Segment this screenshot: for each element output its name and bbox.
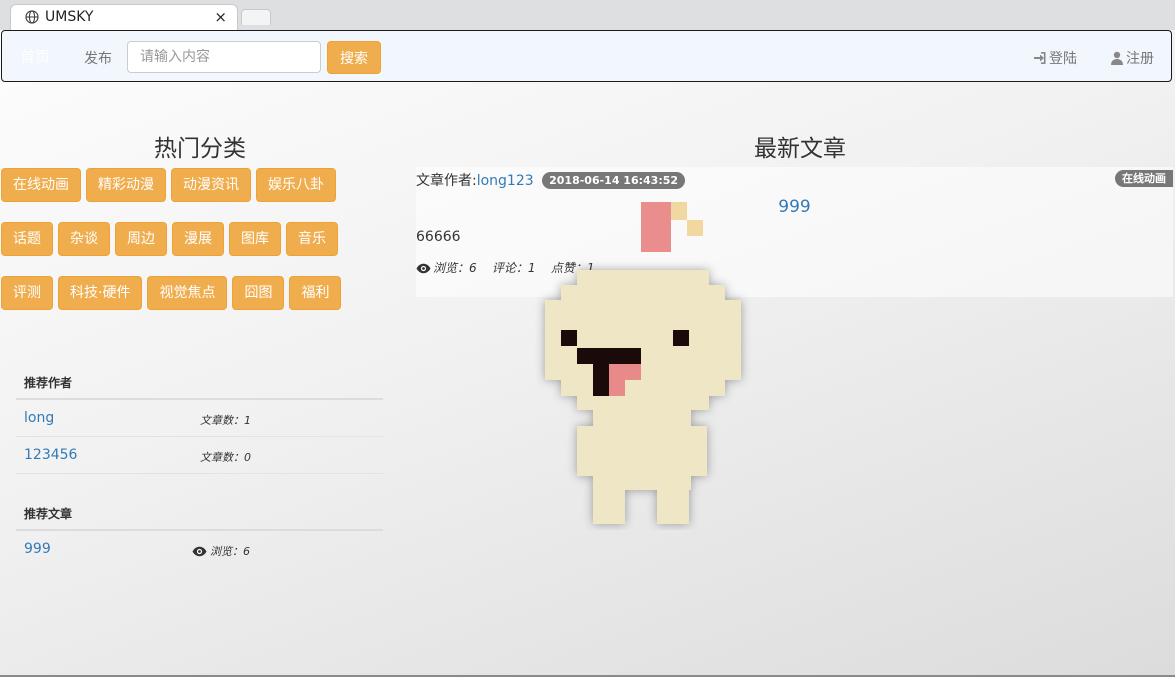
register-label: 注册 — [1126, 51, 1154, 67]
category-button[interactable]: 音乐 — [286, 222, 338, 256]
author-article-count: 文章数：1 — [200, 414, 251, 427]
browser-tab[interactable]: UMSKY × — [10, 4, 238, 31]
recommended-article-link[interactable]: 999 — [24, 541, 51, 557]
search-button[interactable]: 搜索 — [327, 41, 381, 74]
category-badge[interactable]: 在线动画 — [1115, 170, 1173, 187]
author-article-count: 文章数：0 — [200, 451, 251, 464]
category-button[interactable]: 评测 — [1, 276, 53, 310]
category-list: 在线动画 精彩动漫 动漫资讯 娱乐八卦 话题 杂谈 周边 漫展 图库 音乐 评测… — [1, 168, 381, 330]
register-link[interactable]: 注册 — [1110, 48, 1154, 68]
category-row: 在线动画 精彩动漫 动漫资讯 娱乐八卦 — [1, 168, 381, 202]
author-link[interactable]: long — [24, 410, 54, 426]
table-row: long 文章数：1 — [16, 400, 383, 437]
author-label: 文章作者: — [416, 173, 477, 189]
category-button[interactable]: 话题 — [1, 222, 53, 256]
category-row: 话题 杂谈 周边 漫展 图库 音乐 — [1, 222, 381, 256]
recommended-articles-table: 推荐文章 999 浏览：6 — [16, 499, 383, 567]
category-button[interactable]: 福利 — [289, 276, 342, 310]
new-tab-button[interactable] — [241, 9, 271, 25]
recommended-articles-title: 推荐文章 — [16, 499, 383, 531]
category-button[interactable]: 漫展 — [172, 222, 224, 256]
category-button[interactable]: 图库 — [229, 222, 281, 256]
recommended-authors-table: 推荐作者 long 文章数：1 123456 文章数：0 — [16, 368, 383, 474]
tab-title: UMSKY — [45, 9, 94, 25]
article-summary: 66666 — [416, 229, 461, 245]
close-icon[interactable]: × — [214, 8, 227, 26]
table-row: 123456 文章数：0 — [16, 437, 383, 474]
login-label: 登陆 — [1049, 51, 1077, 67]
date-badge: 2018-06-14 16:43:52 — [542, 172, 686, 189]
latest-articles-title: 最新文章 — [754, 136, 846, 162]
article-author: 文章作者:long123 2018-06-14 16:43:52 — [416, 170, 686, 190]
category-button[interactable]: 视觉焦点 — [147, 276, 228, 310]
views-text: 浏览：6 — [210, 545, 250, 558]
page-viewport: 首页 发布 搜索 登陆 注册 热门分类 在线动画 精彩动漫 动漫资讯 娱乐八卦 … — [0, 30, 1175, 675]
search-input[interactable] — [127, 41, 321, 73]
nav-home-link[interactable]: 首页 — [20, 46, 50, 67]
article-views: 浏览：6 — [433, 261, 477, 275]
category-button[interactable]: 动漫资讯 — [171, 168, 251, 202]
recommended-authors-title: 推荐作者 — [16, 368, 383, 400]
category-button[interactable]: 科技·硬件 — [58, 276, 143, 310]
login-link[interactable]: 登陆 — [1033, 48, 1077, 68]
article-author-link[interactable]: long123 — [477, 173, 534, 189]
table-row: 999 浏览：6 — [16, 531, 383, 567]
navbar: 首页 发布 搜索 登陆 注册 — [1, 30, 1172, 82]
category-button[interactable]: 在线动画 — [1, 168, 81, 202]
author-link[interactable]: 123456 — [24, 447, 77, 463]
globe-icon — [25, 10, 39, 24]
category-button[interactable]: 囧图 — [232, 276, 285, 310]
eye-icon — [192, 546, 207, 557]
category-button[interactable]: 精彩动漫 — [86, 168, 166, 202]
hot-categories-title: 热门分类 — [154, 136, 246, 162]
browser-tabstrip: UMSKY × — [0, 0, 1175, 31]
recommended-article-views: 浏览：6 — [192, 543, 250, 559]
login-icon — [1034, 52, 1046, 64]
category-button[interactable]: 杂谈 — [58, 222, 110, 256]
nav-publish-link[interactable]: 发布 — [84, 48, 112, 68]
eye-icon — [416, 263, 431, 274]
pixel-mascot-image — [545, 202, 741, 524]
category-row: 评测 科技·硬件 视觉焦点 囧图 福利 — [1, 276, 381, 310]
user-icon — [1111, 51, 1123, 65]
category-button[interactable]: 娱乐八卦 — [256, 168, 336, 202]
category-button[interactable]: 周边 — [115, 222, 167, 256]
